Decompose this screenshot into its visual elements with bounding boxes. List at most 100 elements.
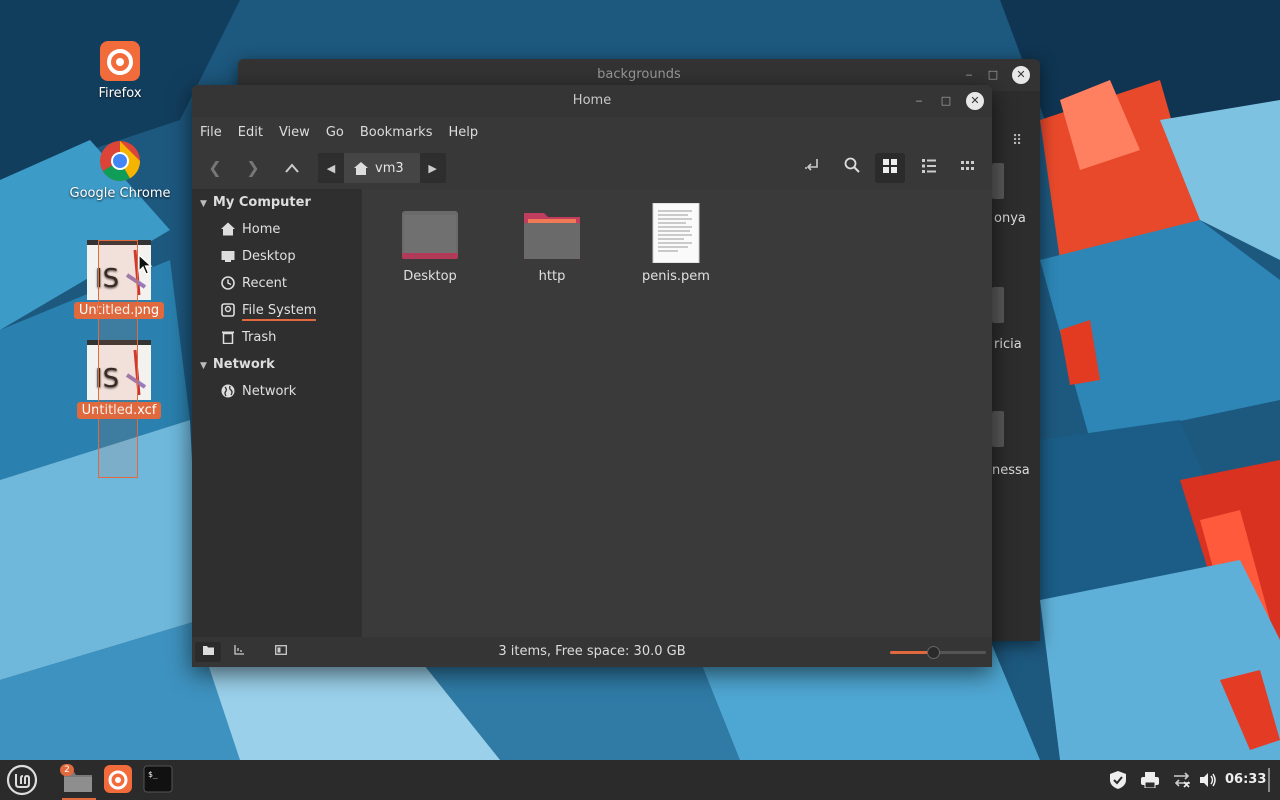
- menu-edit[interactable]: Edit: [238, 125, 263, 140]
- close-button[interactable]: ✕: [966, 92, 984, 110]
- home-icon: [221, 222, 235, 236]
- sidebar-section-network[interactable]: ▼ Network: [192, 351, 362, 378]
- taskbar-files-button[interactable]: 2: [60, 764, 96, 800]
- grid-view-icon: [883, 159, 897, 173]
- file-name: Desktop: [403, 269, 457, 284]
- sidebar-section-title: Network: [212, 357, 275, 372]
- partial-label: nessa: [992, 463, 1030, 478]
- file-item-desktop[interactable]: Desktop: [380, 207, 480, 284]
- zoom-slider[interactable]: [890, 646, 986, 659]
- menu-file[interactable]: File: [200, 125, 222, 140]
- sidebar-item-label: Recent: [242, 276, 287, 291]
- firefox-icon: [99, 40, 141, 82]
- clock-icon: [221, 276, 235, 290]
- sidebar-item-label: Trash: [242, 330, 277, 345]
- volume-icon[interactable]: [1199, 760, 1217, 800]
- svg-text:$_: $_: [148, 770, 158, 779]
- desktop-icon-google-chrome[interactable]: Google Chrome: [65, 140, 175, 201]
- search-icon: [844, 157, 860, 173]
- folder-icon: [524, 207, 580, 263]
- linux-mint-icon: [6, 764, 38, 796]
- drive-icon: [221, 303, 235, 317]
- folder-icon: [992, 287, 1004, 323]
- file-item-http[interactable]: http: [502, 207, 602, 284]
- sidebar: ▼ My Computer Home Desktop Recent File Sy…: [192, 189, 362, 637]
- window-titlebar[interactable]: Home ‒ □ ✕: [192, 85, 992, 117]
- taskbar-firefox-button[interactable]: [103, 764, 135, 796]
- mouse-pointer-icon: [138, 253, 154, 280]
- minimize-button[interactable]: ‒: [910, 92, 928, 110]
- close-button[interactable]: ✕: [1012, 66, 1030, 84]
- minimize-button[interactable]: ‒: [960, 66, 978, 84]
- list-view-button[interactable]: [914, 153, 944, 183]
- window-count-badge: 2: [60, 764, 74, 776]
- taskbar-terminal-button[interactable]: $_: [143, 764, 175, 796]
- desktop-icon-label: Google Chrome: [69, 186, 171, 201]
- menubar: File Edit View Go Bookmarks Help: [192, 117, 992, 147]
- sidebar-item-recent[interactable]: Recent: [192, 270, 362, 297]
- home-window[interactable]: Home ‒ □ ✕ File Edit View Go Bookmarks H…: [192, 85, 992, 667]
- printer-icon[interactable]: [1141, 760, 1159, 800]
- file-item-penis-pem[interactable]: penis.pem: [626, 202, 726, 284]
- folder-icon: [992, 163, 1004, 199]
- list-view-icon: [922, 159, 936, 173]
- chevron-up-icon: [285, 163, 299, 173]
- up-button[interactable]: [277, 153, 307, 183]
- file-name: http: [538, 269, 566, 284]
- start-menu-button[interactable]: [6, 764, 38, 796]
- caret-down-icon: ▼: [200, 199, 207, 209]
- sidebar-item-home[interactable]: Home: [192, 216, 362, 243]
- sidebar-section-title: My Computer: [212, 195, 311, 210]
- statusbar: 3 items, Free space: 30.0 GB: [192, 637, 992, 667]
- menu-view[interactable]: View: [279, 125, 310, 140]
- sidebar-item-file-system[interactable]: File System: [192, 297, 362, 324]
- maximize-button[interactable]: □: [937, 92, 955, 110]
- compact-view-button[interactable]: [953, 153, 983, 183]
- sidebar-item-label: File System: [242, 303, 317, 321]
- network-disconnected-icon[interactable]: [1172, 760, 1192, 800]
- desktop-icon-firefox[interactable]: Firefox: [65, 40, 175, 101]
- breadcrumb-label: vm3: [375, 160, 404, 176]
- terminal-icon: $_: [143, 765, 173, 793]
- location-entry-icon: [805, 159, 818, 171]
- show-desktop-button[interactable]: [1268, 768, 1270, 792]
- desktop-icon: [221, 251, 235, 262]
- menu-bookmarks[interactable]: Bookmarks: [360, 125, 433, 140]
- breadcrumb: ◀ vm3 ▶: [318, 153, 446, 183]
- menu-help[interactable]: Help: [448, 125, 478, 140]
- folder-desktop-icon: [402, 207, 458, 263]
- window-title: Home: [572, 93, 612, 108]
- chrome-icon: [99, 140, 141, 182]
- forward-button[interactable]: ❯: [238, 153, 268, 183]
- breadcrumb-right-button[interactable]: ▶: [419, 153, 446, 183]
- desktop-icon-label: Firefox: [98, 86, 142, 101]
- sidebar-item-label: Desktop: [242, 249, 296, 264]
- rubber-band-selection: [98, 240, 138, 478]
- sidebar-item-label: Home: [242, 222, 281, 237]
- file-name: penis.pem: [642, 269, 710, 284]
- toolbar: ❮ ❯ ◀ vm3 ▶: [192, 147, 992, 189]
- text-document-icon: [648, 202, 704, 264]
- sidebar-item-desktop[interactable]: Desktop: [192, 243, 362, 270]
- icon-view-button[interactable]: [875, 153, 905, 183]
- clock[interactable]: 06:33: [1225, 760, 1266, 800]
- sidebar-item-label: Network: [242, 384, 297, 399]
- folder-icon: [992, 411, 1004, 447]
- maximize-button[interactable]: □: [984, 66, 1002, 84]
- breadcrumb-left-button[interactable]: ◀: [318, 153, 344, 183]
- toggle-location-button[interactable]: [797, 153, 827, 183]
- shield-icon[interactable]: [1108, 760, 1128, 800]
- compact-view-icon[interactable]: ⠿: [1012, 133, 1022, 149]
- globe-icon: [221, 384, 235, 398]
- sidebar-item-network[interactable]: Network: [192, 378, 362, 405]
- caret-down-icon: ▼: [200, 361, 207, 371]
- menu-go[interactable]: Go: [326, 125, 344, 140]
- sidebar-section-my-computer[interactable]: ▼ My Computer: [192, 189, 362, 216]
- search-button[interactable]: [837, 153, 867, 183]
- back-button[interactable]: ❮: [200, 153, 230, 183]
- breadcrumb-crumb-home[interactable]: vm3: [344, 153, 420, 183]
- file-view[interactable]: Desktop http penis.pem: [362, 189, 992, 637]
- home-icon: [354, 161, 368, 175]
- partial-label: ricia: [994, 337, 1022, 352]
- sidebar-item-trash[interactable]: Trash: [192, 324, 362, 351]
